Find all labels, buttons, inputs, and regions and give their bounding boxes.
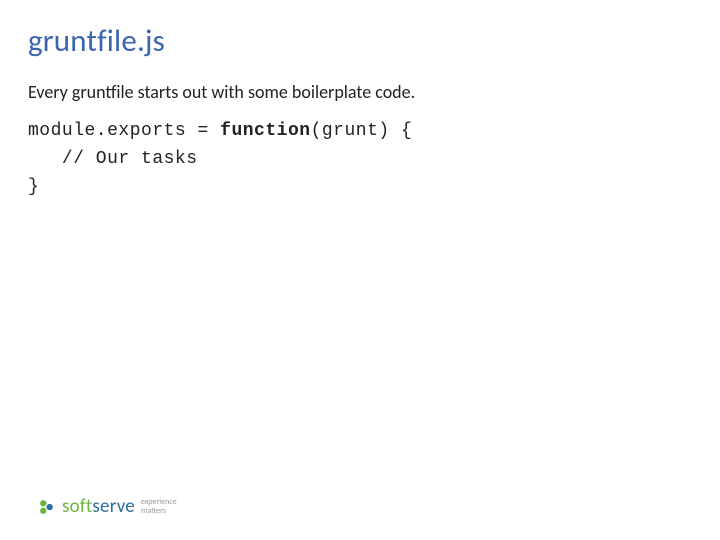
slide-title: gruntfile.js bbox=[28, 22, 692, 60]
code-line-1c: (grunt) { bbox=[311, 121, 413, 141]
code-line-1a: module.exports = bbox=[28, 121, 220, 141]
logo-word-soft: soft bbox=[62, 495, 92, 518]
slide: gruntfile.js Every gruntfile starts out … bbox=[0, 0, 720, 540]
logo-word-serve: serve bbox=[92, 495, 135, 518]
code-block: module.exports = function(grunt) { // Ou… bbox=[28, 118, 692, 202]
logo-tagline: experience matters bbox=[141, 498, 177, 515]
brand-logo: softserve experience matters bbox=[38, 495, 177, 518]
code-line-2: // Our tasks bbox=[28, 149, 198, 169]
code-line-3: } bbox=[28, 177, 39, 197]
code-keyword-function: function bbox=[220, 121, 310, 141]
logo-wordmark: softserve bbox=[62, 495, 135, 518]
logo-icon bbox=[38, 498, 56, 516]
logo-tagline-2: matters bbox=[141, 507, 177, 515]
intro-text: Every gruntfile starts out with some boi… bbox=[28, 80, 692, 104]
